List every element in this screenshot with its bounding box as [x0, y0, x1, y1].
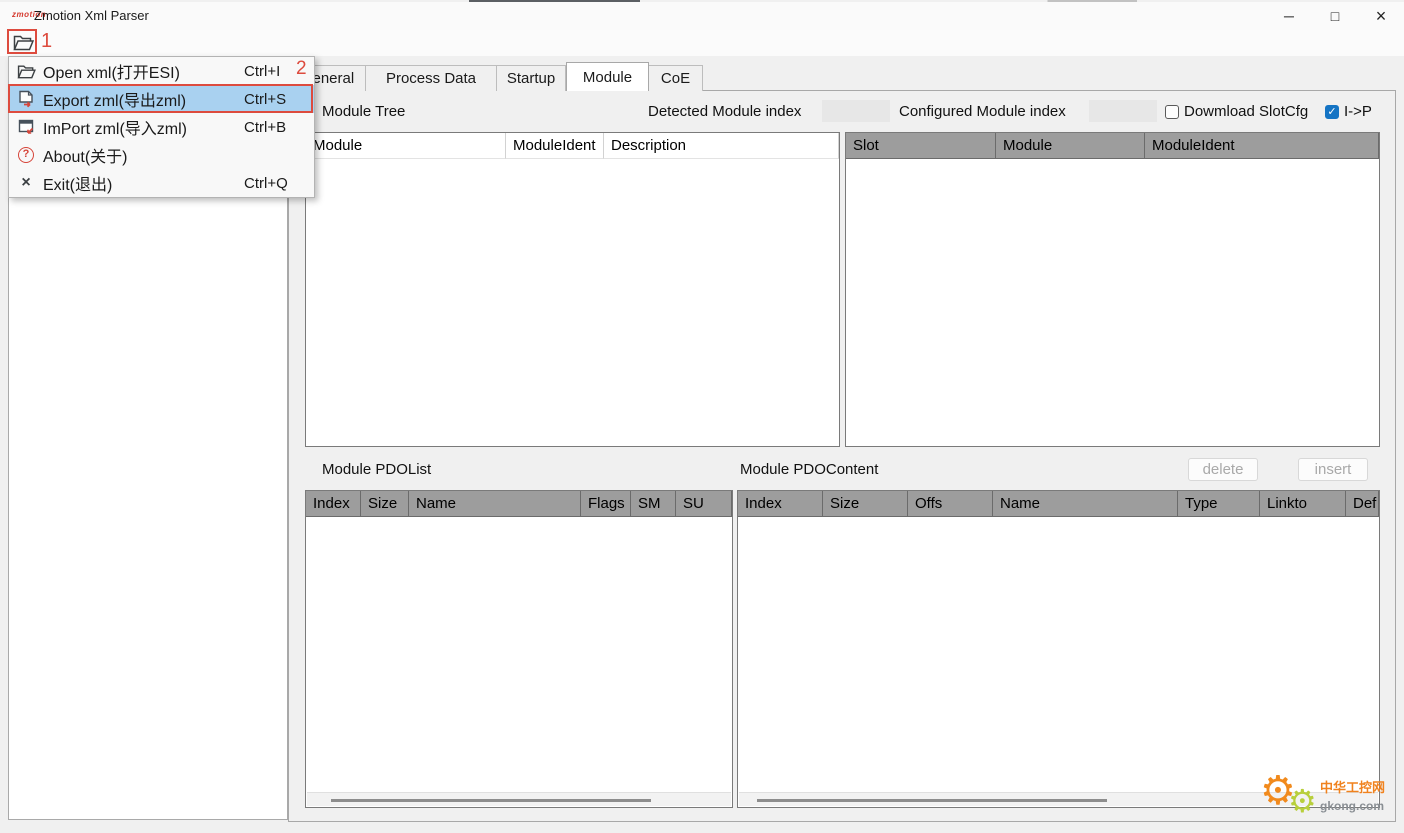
i-to-p-option[interactable]: ✓ I->P: [1325, 103, 1372, 120]
column-header-module[interactable]: Module: [306, 133, 506, 159]
annotation-box-step1: [7, 29, 37, 54]
column-header-index[interactable]: Index: [738, 491, 823, 517]
configured-module-index-label: Configured Module index: [899, 103, 1066, 120]
pdocontent-table[interactable]: Index Size Offs Name Type Linkto Def: [737, 490, 1380, 808]
download-slotcfg-checkbox[interactable]: [1165, 105, 1179, 119]
column-header-size[interactable]: Size: [823, 491, 908, 517]
tab-startup[interactable]: Startup: [497, 65, 566, 91]
column-header-def[interactable]: Def: [1346, 491, 1379, 517]
column-header-linkto[interactable]: Linkto: [1260, 491, 1346, 517]
column-header-su[interactable]: SU: [676, 491, 732, 517]
module-tree-table[interactable]: Module ModuleIdent Description: [305, 132, 840, 447]
column-header-description[interactable]: Description: [604, 133, 839, 159]
column-header-name[interactable]: Name: [409, 491, 581, 517]
pdolist-horizontal-scrollbar[interactable]: [307, 792, 731, 806]
module-tree-label: Module Tree: [322, 103, 405, 120]
column-header-moduleident[interactable]: ModuleIdent: [1145, 133, 1379, 159]
import-file-icon: [9, 119, 43, 136]
window-controls: ─ □ ×: [1266, 2, 1404, 30]
menu-item-about[interactable]: ? About(关于): [9, 141, 314, 169]
column-header-size[interactable]: Size: [361, 491, 409, 517]
minimize-button[interactable]: ─: [1266, 2, 1312, 30]
column-header-sm[interactable]: SM: [631, 491, 676, 517]
tab-module[interactable]: Module: [566, 62, 649, 91]
tab-bar: General Process Data Startup Module CoE: [289, 62, 703, 91]
detected-module-index-field[interactable]: [822, 100, 890, 122]
close-button[interactable]: ×: [1358, 2, 1404, 30]
column-header-index[interactable]: Index: [306, 491, 361, 517]
tab-process-data[interactable]: Process Data: [366, 65, 497, 91]
column-header-type[interactable]: Type: [1178, 491, 1260, 517]
column-header-module[interactable]: Module: [996, 133, 1145, 159]
module-pdocontent-label: Module PDOContent: [740, 461, 878, 478]
download-slotcfg-label: Dowmload SlotCfg: [1184, 103, 1308, 120]
slot-table-header: Slot Module ModuleIdent: [846, 133, 1379, 159]
column-header-name[interactable]: Name: [993, 491, 1178, 517]
detected-module-index-label: Detected Module index: [648, 103, 801, 120]
watermark-site-name: 中华工控网: [1320, 780, 1385, 795]
delete-button[interactable]: delete: [1188, 458, 1258, 481]
title-bar[interactable]: zmotion Zmotion Xml Parser ─ □ ×: [0, 2, 1404, 30]
pdolist-table-header: Index Size Name Flags SM SU: [306, 491, 732, 517]
menu-item-import-zml[interactable]: ImPort zml(导入zml) Ctrl+B: [9, 113, 314, 141]
download-slotcfg-option[interactable]: Dowmload SlotCfg: [1165, 103, 1308, 120]
window-title: Zmotion Xml Parser: [34, 8, 149, 23]
pdolist-table[interactable]: Index Size Name Flags SM SU: [305, 490, 733, 808]
i-to-p-checkbox[interactable]: ✓: [1325, 105, 1339, 119]
module-pdolist-label: Module PDOList: [322, 461, 431, 478]
app-window: zmotion Zmotion Xml Parser ─ □ × 1 Gener…: [0, 0, 1404, 833]
module-tree-table-header: Module ModuleIdent Description: [306, 133, 839, 159]
annotation-number-2: 2: [296, 58, 307, 80]
insert-button[interactable]: insert: [1298, 458, 1368, 481]
toolbar: [0, 30, 1404, 56]
tab-coe[interactable]: CoE: [649, 65, 703, 91]
annotation-box-step2: [8, 84, 313, 113]
pdolist-scrollbar-thumb[interactable]: [331, 799, 651, 802]
slot-table[interactable]: Slot Module ModuleIdent: [845, 132, 1380, 447]
maximize-button[interactable]: □: [1312, 2, 1358, 30]
gear-icon: ⚙: [1288, 785, 1317, 817]
file-menu: Open xml(打开ESI) Ctrl+I Export zml(导出zml)…: [8, 56, 315, 198]
i-to-p-label: I->P: [1344, 103, 1372, 120]
column-header-moduleident[interactable]: ModuleIdent: [506, 133, 604, 159]
annotation-number-1: 1: [41, 30, 52, 53]
menu-item-open-xml[interactable]: Open xml(打开ESI) Ctrl+I: [9, 57, 314, 85]
menu-item-exit[interactable]: × Exit(退出) Ctrl+Q: [9, 169, 314, 197]
column-header-offs[interactable]: Offs: [908, 491, 993, 517]
help-icon: ?: [9, 147, 43, 163]
close-icon: ×: [9, 175, 43, 191]
watermark-text: 中华工控网 gkong.com: [1320, 777, 1385, 815]
gkong-watermark: ⚙ ⚙ 中华工控网 gkong.com: [1258, 769, 1398, 825]
column-header-slot[interactable]: Slot: [846, 133, 996, 159]
column-header-flags[interactable]: Flags: [581, 491, 631, 517]
pdocontent-table-header: Index Size Offs Name Type Linkto Def: [738, 491, 1379, 517]
pdocontent-scrollbar-thumb[interactable]: [757, 799, 1107, 802]
folder-open-icon: [9, 64, 43, 79]
watermark-site-url: gkong.com: [1320, 799, 1384, 813]
configured-module-index-field[interactable]: [1089, 100, 1157, 122]
